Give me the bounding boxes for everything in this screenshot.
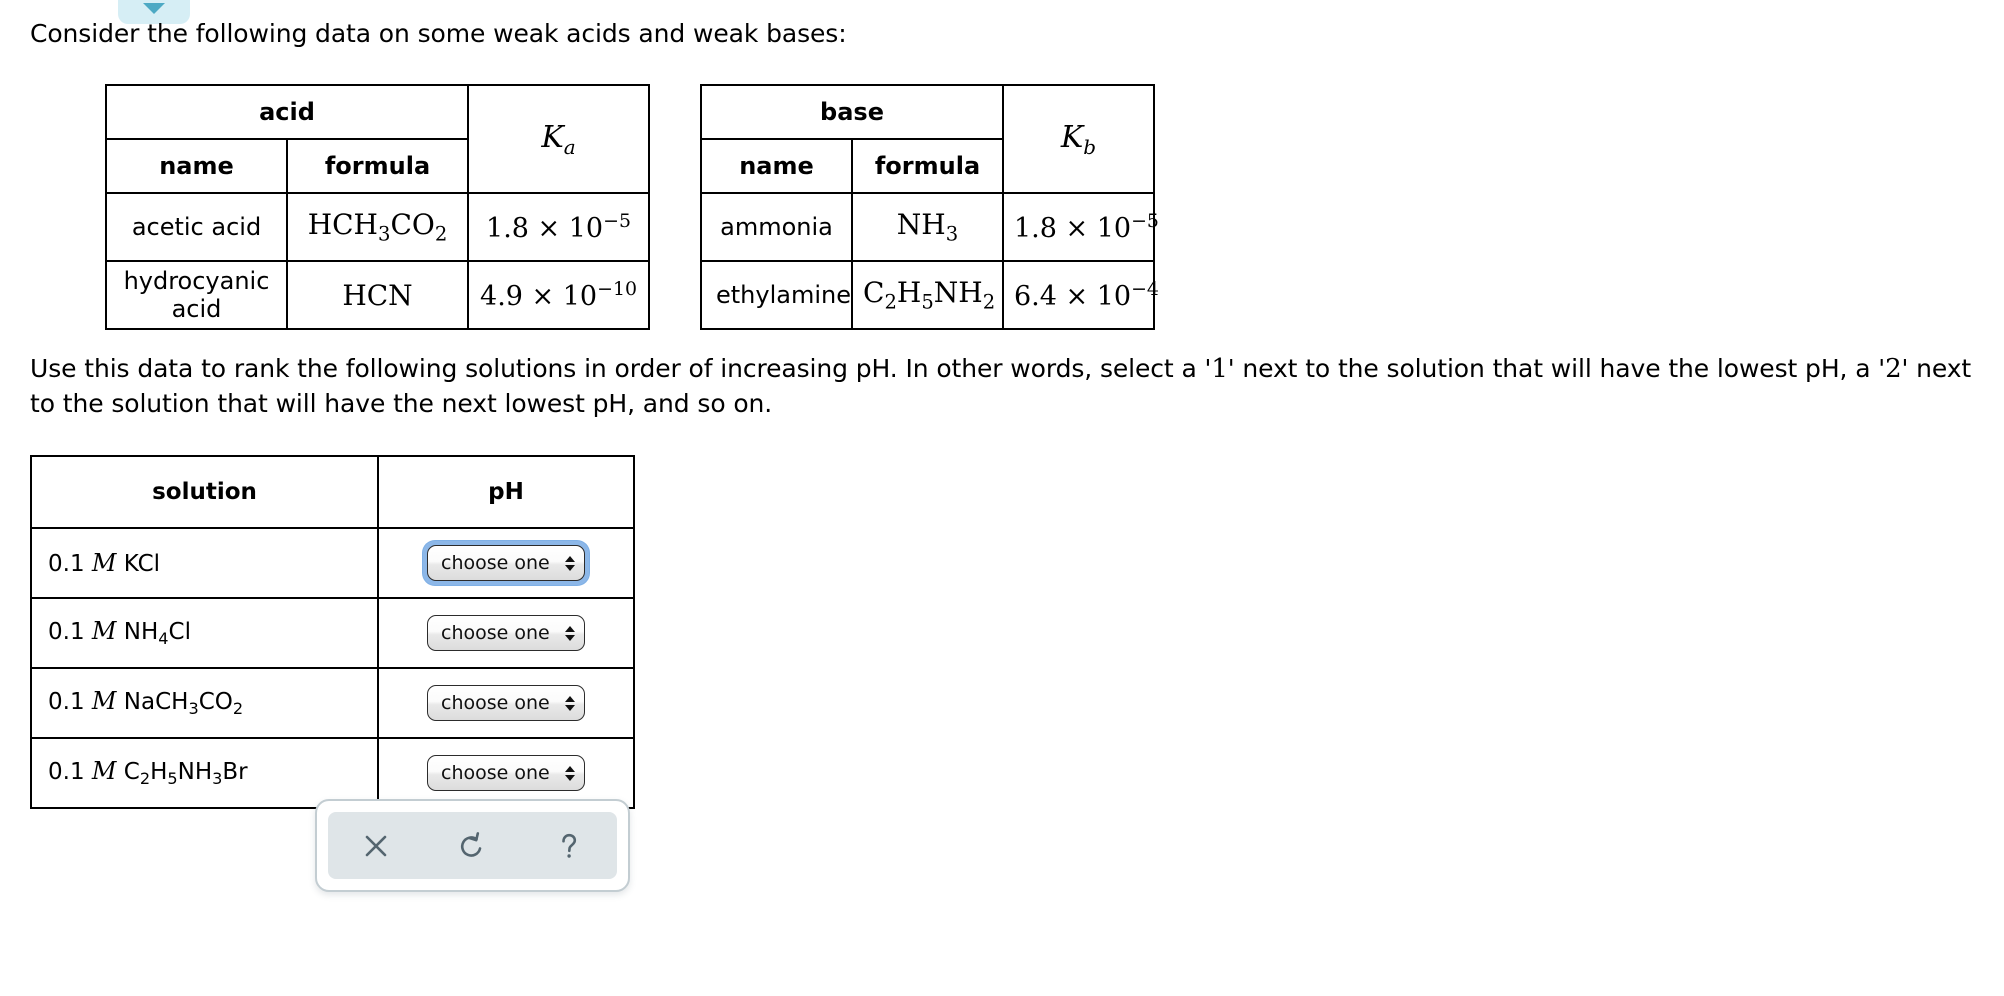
- ph-col-header: pH: [377, 455, 635, 529]
- acid-constant-symbol: K: [541, 119, 564, 155]
- intro-text: Consider the following data on some weak…: [30, 19, 847, 48]
- table-row: hydrocyanic acid HCN 4.9 × 10−10: [105, 260, 650, 330]
- acid-ka-value: 4.9 × 10−10: [467, 260, 650, 330]
- chevron-down-icon: [143, 3, 165, 14]
- acid-col-formula: formula: [286, 138, 469, 194]
- toolbar-panel: [328, 812, 617, 879]
- base-kb-value: 1.8 × 10−5: [1002, 192, 1159, 262]
- base-formula: C2H5NH2: [851, 260, 1004, 330]
- acid-constant-subscript: a: [563, 134, 576, 159]
- ph-select-wrapper[interactable]: choose one: [423, 751, 589, 795]
- select-arrows-icon: [565, 695, 575, 711]
- rank-example-2: 2: [1885, 354, 1902, 384]
- table-row: 0.1 M NaCH3CO2 choose one: [30, 667, 635, 739]
- reset-icon: [461, 831, 482, 857]
- ph-select-wrapper[interactable]: choose one: [423, 541, 589, 585]
- ph-select-kcl[interactable]: choose one: [427, 545, 585, 581]
- help-icon: [562, 833, 576, 858]
- acid-ka-value: 1.8 × 10−5: [467, 192, 650, 262]
- table-row: 0.1 M C2H5NH3Br choose one: [30, 737, 635, 809]
- select-arrows-icon: [565, 625, 575, 641]
- close-icon: [365, 835, 387, 856]
- rank-example-1: 1: [1211, 354, 1228, 384]
- acid-data-table: acid Ka name formula acetic acid HCH3CO2…: [105, 84, 650, 330]
- solution-label: 0.1 M KCl: [30, 527, 379, 599]
- base-constant-header: Kb: [1002, 84, 1155, 194]
- ph-select-nh4cl[interactable]: choose one: [427, 615, 585, 651]
- instructions-text: Use this data to rank the following solu…: [30, 352, 1990, 421]
- ph-cell: choose one: [377, 667, 635, 739]
- ph-select-wrapper[interactable]: choose one: [423, 681, 589, 725]
- acid-constant-header: Ka: [467, 84, 650, 194]
- base-constant-subscript: b: [1083, 134, 1097, 159]
- ph-select-c2h5nh3br[interactable]: choose one: [427, 755, 585, 791]
- base-formula: NH3: [851, 192, 1004, 262]
- table-row: ethylamine C2H5NH2 6.4 × 10−4: [700, 260, 1159, 330]
- table-row: acetic acid HCH3CO2 1.8 × 10−5: [105, 192, 650, 262]
- acid-group-header: acid: [105, 84, 469, 140]
- ph-cell: choose one: [377, 527, 635, 599]
- instructions-part1: Use this data to rank the following solu…: [30, 354, 1212, 383]
- ph-cell: choose one: [377, 737, 635, 809]
- base-group-header: base: [700, 84, 1004, 140]
- ph-cell: choose one: [377, 597, 635, 669]
- table-row: ammonia NH3 1.8 × 10−5: [700, 192, 1159, 262]
- select-arrows-icon: [565, 555, 575, 571]
- acid-formula: HCH3CO2: [286, 192, 469, 262]
- table-row: base Kb: [700, 84, 1155, 194]
- close-button[interactable]: [345, 817, 407, 875]
- ph-select-wrapper[interactable]: choose one: [423, 611, 589, 655]
- instructions-part2: ' next to the solution that will have th…: [1227, 354, 1886, 383]
- acid-name: acetic acid: [105, 192, 288, 262]
- help-button[interactable]: [538, 817, 600, 875]
- base-name: ethylamine: [700, 260, 853, 330]
- table-row: 0.1 M NH4Cl choose one: [30, 597, 635, 669]
- table-row: acid Ka: [105, 84, 650, 194]
- acid-name: hydrocyanic acid: [105, 260, 288, 330]
- base-kb-value: 6.4 × 10−4: [1002, 260, 1159, 330]
- base-constant-symbol: K: [1060, 119, 1084, 155]
- ph-select-nach3co2[interactable]: choose one: [427, 685, 585, 721]
- solution-col-header: solution: [30, 455, 379, 529]
- solution-label: 0.1 M NH4Cl: [30, 597, 379, 669]
- solution-label: 0.1 M C2H5NH3Br: [30, 737, 379, 809]
- solution-ph-table: solution pH 0.1 M KCl choose one 0.1 M N…: [30, 455, 635, 809]
- action-toolbar: [315, 799, 630, 892]
- base-name: ammonia: [700, 192, 853, 262]
- base-col-name: name: [700, 138, 853, 194]
- reset-button[interactable]: [441, 817, 503, 875]
- acid-formula: HCN: [286, 260, 469, 330]
- table-row: solution pH: [30, 455, 635, 529]
- solution-label: 0.1 M NaCH3CO2: [30, 667, 379, 739]
- base-col-formula: formula: [851, 138, 1004, 194]
- select-arrows-icon: [565, 765, 575, 781]
- acid-col-name: name: [105, 138, 288, 194]
- base-data-table: base Kb name formula ammonia NH3 1.8 × 1…: [700, 84, 1159, 330]
- table-row: 0.1 M KCl choose one: [30, 527, 635, 599]
